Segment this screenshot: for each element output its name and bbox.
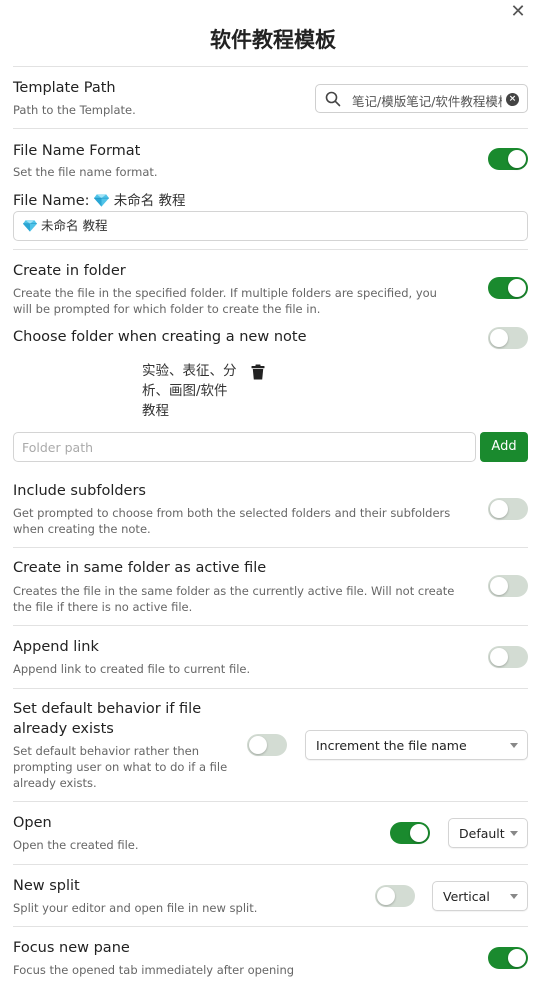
setting-name: Template Path [13,80,116,96]
chevron-down-icon [510,894,518,899]
search-icon [325,91,341,107]
setting-desc: Open the created file. [13,838,139,852]
setting-name: Create in folder [13,263,126,279]
setting-name: Create in same folder as active file [13,560,267,576]
create-in-folder-toggle[interactable] [488,277,528,299]
default-behavior-select[interactable]: Increment the file name [305,730,528,760]
choose-folder-toggle[interactable] [488,327,528,349]
chevron-down-icon [510,743,518,748]
folder-list-item: 实验、表征、分析、画图/软件教程 [142,361,282,421]
template-path-input[interactable]: 笔记/模版笔记/软件教程模板 × [315,84,528,113]
trash-icon[interactable] [251,364,265,380]
close-icon[interactable]: ✕ [508,2,528,22]
focus-pane-toggle[interactable] [488,947,528,969]
setting-name: File Name Format [13,143,141,159]
setting-file-name-format: File Name Format Set the file name forma… [13,128,528,249]
template-path-value: 笔记/模版笔记/软件教程模板 [352,94,502,109]
select-value: Increment the file name [316,738,467,753]
setting-focus-pane: Focus new pane Focus the opened tab imme… [13,926,528,988]
clear-icon[interactable]: × [506,93,519,106]
setting-desc: Set the file name format. [13,165,158,179]
setting-name: New split [13,878,80,894]
modal-title: 软件教程模板 [210,28,336,52]
setting-append-link: Append link Append link to created file … [13,625,528,688]
setting-name: Include subfolders [13,483,146,499]
setting-desc: Focus the opened tab immediately after o… [13,963,295,977]
setting-desc: Get prompted to choose from both the sel… [13,506,451,536]
select-value: Default [459,826,505,841]
setting-desc: Creates the file in the same folder as t… [13,584,455,614]
add-folder-button[interactable]: Add [480,432,528,462]
append-link-toggle[interactable] [488,646,528,668]
open-mode-select[interactable]: Default [448,818,528,848]
setting-name: Set default behavior if file already exi… [13,701,202,737]
setting-name: Append link [13,639,99,655]
file-name-preview: File Name: 未命名 教程 [13,191,186,211]
setting-desc: Path to the Template. [13,103,136,117]
setting-create-in-folder: Create in folder Create the file in the … [13,249,528,479]
setting-desc: Create the file in the specified folder.… [13,286,437,316]
setting-desc: Set default behavior rather then prompti… [13,744,228,790]
gem-icon [23,220,37,232]
chevron-down-icon [510,831,518,836]
setting-template-path: Template Path Path to the Template. 笔记/模… [13,66,528,128]
new-split-toggle[interactable] [375,885,415,907]
setting-name: Open [13,815,52,831]
file-name-preview-label: File Name: [13,193,90,209]
settings-list: Template Path Path to the Template. 笔记/模… [13,66,528,988]
setting-same-folder: Create in same folder as active file Cre… [13,547,528,625]
split-direction-select[interactable]: Vertical [432,881,528,911]
default-behavior-toggle[interactable] [247,734,287,756]
setting-desc: Split your editor and open file in new s… [13,901,258,915]
file-name-format-toggle[interactable] [488,148,528,170]
setting-name: Focus new pane [13,940,130,956]
include-subfolders-toggle[interactable] [488,498,528,520]
select-value: Vertical [443,889,490,904]
folder-path-input[interactable]: Folder path [13,432,476,462]
setting-name: Choose folder when creating a new note [13,329,307,345]
gem-icon [94,194,110,207]
setting-include-subfolders: Include subfolders Get prompted to choos… [13,479,528,547]
file-name-preview-value: 未命名 教程 [113,193,186,209]
file-name-format-input[interactable]: 未命名 教程 [13,211,528,241]
setting-new-split: New split Split your editor and open fil… [13,864,528,926]
open-toggle[interactable] [390,822,430,844]
setting-open: Open Open the created file. Default [13,801,528,864]
setting-default-behavior: Set default behavior if file already exi… [13,688,528,801]
folder-item-label: 实验、表征、分析、画图/软件教程 [142,363,237,419]
setting-desc: Append link to created file to current f… [13,662,251,676]
file-name-format-value: 未命名 教程 [40,218,108,233]
same-folder-toggle[interactable] [488,575,528,597]
